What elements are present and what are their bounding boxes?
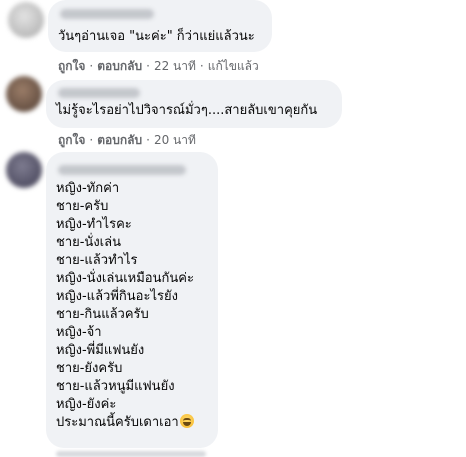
comment-bubble: หญิง-ทักค่า ชาย-ครับ หญิง-ทำไรคะ ชาย-นั่…: [46, 152, 218, 448]
comment-line: ชาย-กินแล้วครับ: [56, 307, 149, 322]
comment-line: ชาย-ครับ: [56, 199, 109, 214]
comment-line: หญิง-นั่งเล่นเหมือนกันค่ะ: [56, 271, 194, 286]
comment-timestamp[interactable]: 22 นาที: [154, 59, 196, 73]
commenter-name-redacted[interactable]: [58, 88, 140, 98]
comment-line: หญิง-พี่มีแฟนยัง: [56, 343, 145, 358]
comment-actions-cutoff: [56, 451, 206, 457]
commenter-avatar[interactable]: [8, 2, 44, 38]
comment-line: หญิง-ทักค่า: [56, 181, 120, 196]
comment-actions: ถูกใจ · ตอบกลับ · 22 นาที · แก้ไขแล้ว: [58, 57, 259, 76]
comment-bubble: ไม่รู้จะไรอย่าไปวิจารณ์มั่วๆ....สายลับเข…: [46, 80, 342, 128]
commenter-avatar[interactable]: [6, 152, 42, 188]
commenter-name-redacted[interactable]: [58, 165, 186, 175]
comment-timestamp[interactable]: 20 นาที: [154, 133, 196, 147]
edited-label[interactable]: แก้ไขแล้ว: [208, 59, 259, 73]
comment-line-text: ประมาณนี้ครับเดาเอา: [56, 415, 179, 430]
comment-line: หญิง-ทำไรคะ: [56, 217, 132, 232]
comment-line: วันๆอ่านเจอ "นะค่ะ" ก็ว่าแย่แล้วนะ: [58, 29, 255, 44]
grinning-sweat-emoji-icon: [179, 414, 194, 428]
like-link[interactable]: ถูกใจ: [58, 59, 85, 73]
separator-dot: ·: [146, 59, 150, 73]
separator-dot: ·: [146, 133, 150, 147]
comment-line-last: ประมาณนี้ครับเดาเอา: [56, 414, 194, 432]
comment-line: หญิง-จ้า: [56, 325, 102, 340]
reply-link[interactable]: ตอบกลับ: [97, 59, 142, 73]
commenter-name-redacted[interactable]: [60, 9, 154, 19]
separator-dot: ·: [199, 59, 204, 73]
comment-line: ชาย-แล้วทำไร: [56, 253, 138, 268]
commenter-avatar[interactable]: [6, 76, 42, 112]
comment-line: ชาย-ยังครับ: [56, 361, 123, 376]
comment-text: หญิง-ทักค่า ชาย-ครับ หญิง-ทำไรคะ ชาย-นั่…: [56, 180, 194, 432]
comment-line: ไม่รู้จะไรอย่าไปวิจารณ์มั่วๆ....สายลับเข…: [56, 103, 318, 118]
comment-line: ชาย-นั่งเล่น: [56, 235, 121, 250]
comment-bubble: วันๆอ่านเจอ "นะค่ะ" ก็ว่าแย่แล้วนะ: [48, 0, 272, 52]
separator-dot: ·: [89, 133, 94, 147]
comment-text: วันๆอ่านเจอ "นะค่ะ" ก็ว่าแย่แล้วนะ: [58, 28, 255, 46]
separator-dot: ·: [89, 59, 94, 73]
like-link[interactable]: ถูกใจ: [58, 133, 85, 147]
comment-line: หญิง-แล้วพี่กินอะไรยัง: [56, 289, 178, 304]
reply-link[interactable]: ตอบกลับ: [97, 133, 142, 147]
comment-line: ชาย-แล้วหนูมีแฟนยัง: [56, 379, 175, 394]
comment-actions: ถูกใจ · ตอบกลับ · 20 นาที: [58, 131, 196, 150]
comment-line: หญิง-ยังค่ะ: [56, 397, 117, 412]
comment-text: ไม่รู้จะไรอย่าไปวิจารณ์มั่วๆ....สายลับเข…: [56, 102, 317, 120]
